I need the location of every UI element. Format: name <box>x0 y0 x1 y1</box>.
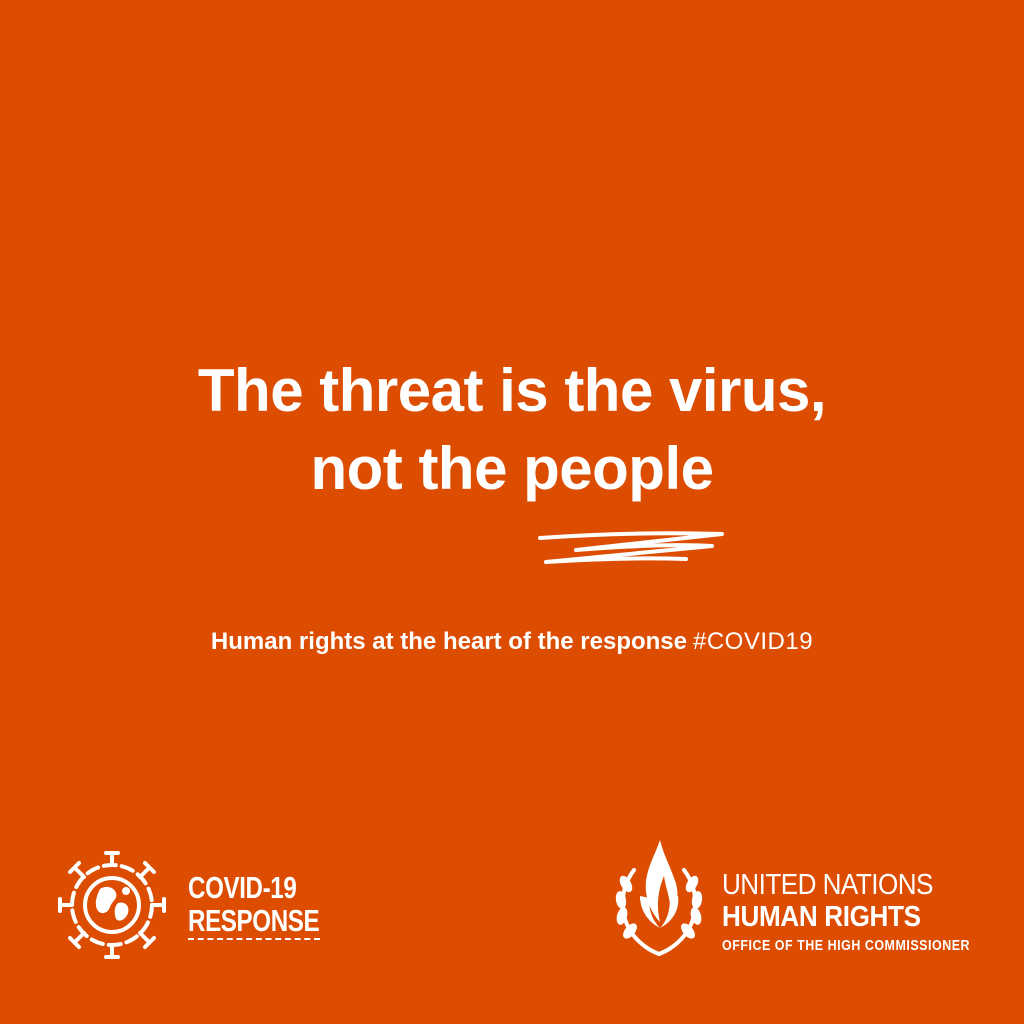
tagline-text: Human rights at the heart of the respons… <box>210 628 687 655</box>
covid-19-response-logo: COVID-19 RESPONSE <box>52 845 332 965</box>
un-logo-line-1: UNITED NATIONS <box>722 869 933 901</box>
un-logo-line-2: HUMAN RIGHTS <box>722 901 921 933</box>
covid-logo-line-2: RESPONSE <box>188 903 320 938</box>
flame-laurel-emblem-icon <box>615 840 703 956</box>
headline-line-1: The threat is the virus, <box>197 357 827 424</box>
tagline: Human rights at the heart of the respons… <box>0 626 1024 658</box>
virus-globe-icon <box>58 851 166 959</box>
un-logo-text: UNITED NATIONS HUMAN RIGHTS OFFICE OF TH… <box>722 870 1010 958</box>
headline: The threat is the virus, not the people <box>0 352 1024 508</box>
covid-logo-text: COVID-19 RESPONSE <box>188 870 320 938</box>
covid-logo-line-1: COVID-19 <box>188 870 297 905</box>
hashtag: #COVID19 <box>693 628 814 655</box>
un-logo-line-3: OFFICE OF THE HIGH COMMISSIONER <box>722 938 971 954</box>
un-human-rights-logo: UNITED NATIONS HUMAN RIGHTS OFFICE OF TH… <box>604 836 984 966</box>
headline-line-2: not the people <box>310 435 714 502</box>
underline-scribble-icon <box>538 531 724 564</box>
poster: The threat is the virus, not the people … <box>0 0 1024 1024</box>
covid-logo-dashed-rule <box>188 938 320 942</box>
